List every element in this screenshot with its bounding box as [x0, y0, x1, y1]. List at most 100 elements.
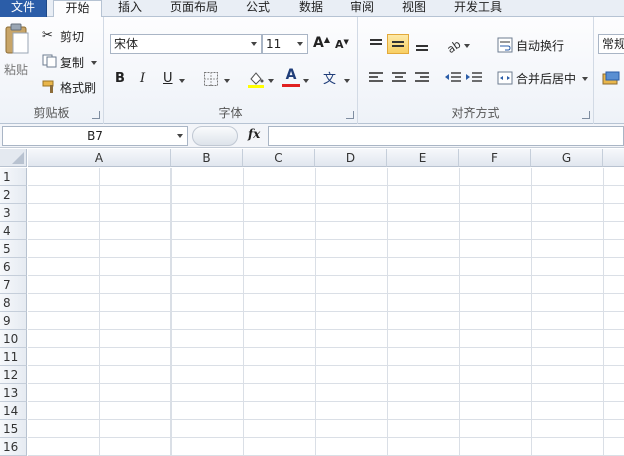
alignment-group: ab 自动换行 合并后居中 对齐方式 — [358, 17, 594, 124]
column-header-h-partial[interactable] — [603, 149, 624, 167]
fill-color-dropdown-icon[interactable] — [268, 79, 274, 83]
wrap-text-icon — [497, 37, 513, 53]
row-header[interactable]: 5 — [0, 240, 27, 258]
tab-data[interactable]: 数据 — [287, 0, 335, 17]
align-top-icon[interactable] — [366, 35, 386, 55]
ribbon-tab-bar: 文件 开始 插入 页面布局 公式 数据 审阅 视图 开发工具 — [0, 0, 624, 18]
font-group: 宋体 11 A▲ A▼ B I U A 文 字体 — [104, 17, 358, 124]
borders-dropdown-icon[interactable] — [224, 79, 230, 83]
formula-bar: B7 fx — [0, 124, 624, 148]
row-header[interactable]: 9 — [0, 312, 27, 330]
merge-center-button[interactable]: 合并后居中 — [497, 69, 589, 87]
clipboard-launcher-icon[interactable] — [92, 111, 100, 119]
align-middle-button[interactable] — [387, 34, 409, 54]
column-header-a[interactable]: A — [28, 149, 171, 167]
name-box-dropdown-icon[interactable] — [177, 134, 183, 138]
decrease-indent-icon[interactable] — [443, 68, 463, 88]
row-header[interactable]: 15 — [0, 420, 27, 438]
merge-center-dropdown-icon[interactable] — [582, 77, 588, 81]
formula-slider-handle[interactable] — [192, 126, 238, 146]
column-header-g[interactable]: G — [531, 149, 603, 167]
phonetic-dropdown-icon[interactable] — [344, 79, 350, 83]
ribbon: 粘贴 ✂ 剪切 复制 格式刷 剪贴板 宋体 11 A▲ A▼ B I U A 文… — [0, 17, 624, 124]
row-header[interactable]: 6 — [0, 258, 27, 276]
row-header[interactable]: 8 — [0, 294, 27, 312]
orientation-dropdown-icon[interactable] — [464, 44, 470, 48]
alignment-launcher-icon[interactable] — [582, 111, 590, 119]
formula-input[interactable] — [268, 126, 624, 146]
font-color-dropdown-icon[interactable] — [303, 79, 309, 83]
paste-label: 粘贴 — [4, 63, 29, 77]
underline-dropdown-icon[interactable] — [179, 79, 185, 83]
font-color-icon[interactable]: A — [283, 67, 299, 83]
select-all-icon — [12, 152, 24, 164]
row-header[interactable]: 12 — [0, 366, 27, 384]
row-header[interactable]: 3 — [0, 204, 27, 222]
align-center-icon[interactable] — [389, 68, 409, 88]
column-gridline — [170, 168, 171, 456]
merge-center-label: 合并后居中 — [516, 72, 577, 86]
underline-button[interactable]: U — [163, 71, 173, 86]
name-box[interactable]: B7 — [2, 126, 188, 146]
select-all-corner[interactable] — [0, 149, 27, 167]
shrink-font-icon[interactable]: A▼ — [335, 38, 349, 51]
row-header[interactable]: 14 — [0, 402, 27, 420]
format-painter-label: 格式刷 — [60, 81, 97, 95]
copy-icon — [42, 54, 57, 68]
column-header-d[interactable]: D — [315, 149, 387, 167]
align-right-icon[interactable] — [412, 68, 432, 88]
font-size-combo[interactable]: 11 — [262, 34, 308, 54]
column-header-b[interactable]: B — [171, 149, 243, 167]
copy-dropdown-icon[interactable] — [91, 61, 97, 65]
font-name-combo[interactable]: 宋体 — [110, 34, 262, 54]
paste-button[interactable]: 粘贴 — [3, 23, 33, 95]
paste-icon — [5, 23, 29, 54]
column-header-c[interactable]: C — [243, 149, 315, 167]
tab-review[interactable]: 审阅 — [338, 0, 386, 17]
italic-button[interactable]: I — [140, 71, 145, 86]
cut-label: 剪切 — [60, 30, 85, 44]
fill-color-icon[interactable] — [247, 69, 265, 89]
tab-developer[interactable]: 开发工具 — [444, 0, 512, 17]
column-header-e[interactable]: E — [387, 149, 459, 167]
row-header[interactable]: 4 — [0, 222, 27, 240]
row-header[interactable]: 7 — [0, 276, 27, 294]
tab-page-layout[interactable]: 页面布局 — [160, 0, 228, 17]
font-size-dropdown-icon[interactable] — [297, 42, 303, 46]
tab-view[interactable]: 视图 — [390, 0, 438, 17]
name-box-value: B7 — [87, 129, 103, 143]
currency-format-icon[interactable] — [602, 71, 620, 87]
phonetic-guide-icon[interactable]: 文 — [323, 68, 336, 87]
row-header[interactable]: 2 — [0, 186, 27, 204]
tab-formulas[interactable]: 公式 — [234, 0, 282, 17]
row-header[interactable]: 10 — [0, 330, 27, 348]
align-bottom-icon[interactable] — [412, 35, 432, 55]
worksheet-grid: A B C D E F G 1 2 3 4 5 6 7 8 9 10 11 12… — [0, 149, 624, 456]
row-header[interactable]: 11 — [0, 348, 27, 366]
increase-indent-icon[interactable] — [464, 68, 484, 88]
cell-area[interactable] — [28, 168, 624, 456]
tab-file[interactable]: 文件 — [0, 0, 47, 17]
number-format-combo[interactable]: 常规 — [598, 34, 624, 54]
svg-text:ab: ab — [445, 38, 464, 55]
column-header-f[interactable]: F — [459, 149, 531, 167]
grow-font-icon[interactable]: A▲ — [313, 35, 330, 51]
row-header[interactable]: 16 — [0, 438, 27, 456]
row-header[interactable]: 1 — [0, 168, 27, 186]
insert-function-button[interactable]: fx — [248, 127, 260, 141]
font-launcher-icon[interactable] — [346, 111, 354, 119]
orientation-icon[interactable]: ab — [444, 35, 464, 55]
borders-icon[interactable] — [203, 71, 219, 87]
number-group: 常规 — [594, 17, 624, 124]
tab-insert[interactable]: 插入 — [106, 0, 154, 17]
font-name-dropdown-icon[interactable] — [251, 42, 257, 46]
align-left-icon[interactable] — [366, 68, 386, 88]
formula-buttons: fx — [190, 126, 266, 146]
scissors-icon: ✂ — [42, 28, 53, 43]
tab-home[interactable]: 开始 — [53, 0, 102, 18]
font-color-bar — [282, 84, 300, 87]
bold-button[interactable]: B — [115, 71, 125, 86]
number-format-value: 常规 — [602, 37, 624, 51]
row-header[interactable]: 13 — [0, 384, 27, 402]
copy-button[interactable]: 复制 — [42, 53, 98, 71]
